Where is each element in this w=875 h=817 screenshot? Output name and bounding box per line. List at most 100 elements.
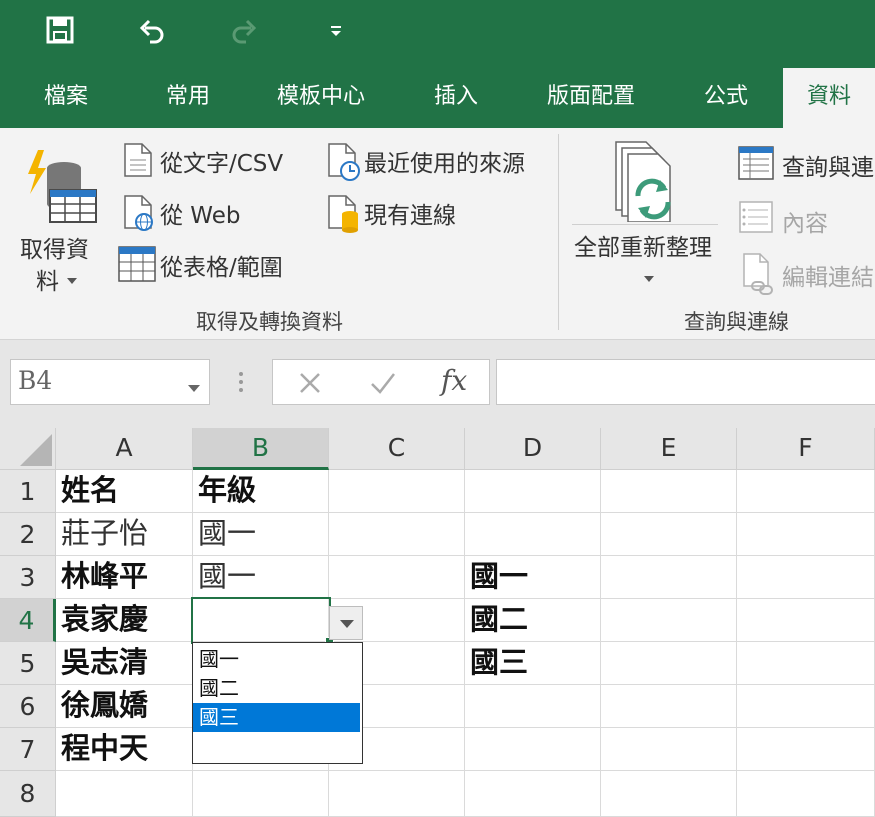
- cell-d1[interactable]: [465, 470, 601, 513]
- chevron-down-icon: [643, 268, 655, 287]
- from-web-label: 從 Web: [160, 203, 241, 229]
- cell-d2[interactable]: [465, 513, 601, 556]
- properties-button[interactable]: 內容: [738, 200, 875, 240]
- cell-c8[interactable]: [329, 771, 465, 817]
- tab-template-center[interactable]: 模板中心: [262, 68, 380, 128]
- cell-e8[interactable]: [601, 771, 737, 817]
- cell-e5[interactable]: [601, 642, 737, 685]
- cell-b3[interactable]: 國一: [193, 556, 329, 599]
- cell-e4[interactable]: [601, 599, 737, 642]
- tab-page-layout[interactable]: 版面配置: [530, 68, 652, 128]
- chevron-down-icon: [66, 270, 78, 289]
- row-header-3[interactable]: 3: [0, 556, 56, 599]
- cell-e3[interactable]: [601, 556, 737, 599]
- redo-icon[interactable]: [228, 14, 260, 46]
- cell-b1[interactable]: 年級: [193, 470, 329, 513]
- dropdown-option[interactable]: 國二: [193, 674, 360, 703]
- from-text-csv-button[interactable]: 從文字/CSV: [118, 142, 318, 182]
- column-header-f[interactable]: F: [737, 428, 875, 470]
- cell-d5[interactable]: 國三: [465, 642, 601, 685]
- insert-function-button[interactable]: fx: [441, 364, 467, 397]
- edit-links-button[interactable]: 編輯連結: [738, 252, 875, 296]
- cell-f8[interactable]: [737, 771, 875, 817]
- cell-f2[interactable]: [737, 513, 875, 556]
- cell-f5[interactable]: [737, 642, 875, 685]
- cell-f6[interactable]: [737, 685, 875, 728]
- tab-formulas[interactable]: 公式: [680, 68, 772, 128]
- cell-a4[interactable]: 袁家慶: [56, 599, 193, 642]
- cell-d8[interactable]: [465, 771, 601, 817]
- cell-e7[interactable]: [601, 728, 737, 771]
- check-icon[interactable]: [369, 370, 397, 400]
- cell-a7[interactable]: 程中天: [56, 728, 193, 771]
- cell-b2[interactable]: 國一: [193, 513, 329, 556]
- cell-d4[interactable]: 國二: [465, 599, 601, 642]
- cell-a8[interactable]: [56, 771, 193, 817]
- get-data-button[interactable]: 取得資 料: [10, 138, 100, 298]
- queries-connections-button[interactable]: 查詢與連: [738, 146, 875, 186]
- cell-c1[interactable]: [329, 470, 465, 513]
- cell-f3[interactable]: [737, 556, 875, 599]
- refresh-icon: [615, 141, 671, 222]
- drag-handle-icon[interactable]: [238, 370, 244, 394]
- cell-a1[interactable]: 姓名: [56, 470, 193, 513]
- cell-c3[interactable]: [329, 556, 465, 599]
- cell-f1[interactable]: [737, 470, 875, 513]
- dropdown-option[interactable]: 國一: [193, 645, 360, 674]
- column-header-c[interactable]: C: [329, 428, 465, 470]
- cell-c2[interactable]: [329, 513, 465, 556]
- row-header-2[interactable]: 2: [0, 513, 56, 556]
- active-cell-b4[interactable]: [191, 597, 331, 644]
- cell-b8[interactable]: [193, 771, 329, 817]
- column-header-a[interactable]: A: [56, 428, 193, 470]
- row-header-7[interactable]: 7: [0, 728, 56, 771]
- name-box[interactable]: B4: [10, 359, 210, 405]
- cell-a2[interactable]: 莊子怡: [56, 513, 193, 556]
- cell-a3[interactable]: 林峰平: [56, 556, 193, 599]
- chevron-down-icon[interactable]: [324, 14, 356, 46]
- ribbon-tab-bar: 檔案 常用 模板中心 插入 版面配置 公式 資料: [0, 68, 875, 128]
- group-label-queries: 查詢與連線: [684, 310, 789, 334]
- from-web-button[interactable]: 從 Web: [118, 194, 318, 234]
- save-icon[interactable]: [44, 14, 76, 46]
- cell-d7[interactable]: [465, 728, 601, 771]
- cancel-icon[interactable]: [297, 370, 323, 400]
- chevron-down-icon[interactable]: [187, 378, 201, 397]
- cell-f7[interactable]: [737, 728, 875, 771]
- column-header-d[interactable]: D: [465, 428, 601, 470]
- existing-connections-button[interactable]: 現有連線: [326, 194, 546, 234]
- dropdown-arrow-button[interactable]: [329, 606, 363, 640]
- connection-file-icon: [328, 195, 358, 233]
- tab-data[interactable]: 資料: [783, 68, 875, 128]
- recent-sources-button[interactable]: 最近使用的來源: [326, 142, 546, 182]
- formula-input[interactable]: [496, 359, 875, 405]
- column-header-b[interactable]: B: [193, 428, 329, 470]
- group-separator: [558, 134, 559, 330]
- select-all-button[interactable]: [0, 428, 56, 470]
- properties-label: 內容: [782, 211, 828, 237]
- cell-a6[interactable]: 徐鳳嬌: [56, 685, 193, 728]
- row-header-6[interactable]: 6: [0, 685, 56, 728]
- cell-f4[interactable]: [737, 599, 875, 642]
- tab-insert[interactable]: 插入: [410, 68, 502, 128]
- properties-icon: [739, 201, 773, 233]
- row-header-5[interactable]: 5: [0, 642, 56, 685]
- row-header-1[interactable]: 1: [0, 470, 56, 513]
- text-file-icon: [124, 143, 152, 177]
- refresh-all-button[interactable]: 全部重新整理: [572, 136, 718, 286]
- column-header-e[interactable]: E: [601, 428, 737, 470]
- get-data-label: 取得資: [20, 237, 89, 263]
- cell-a5[interactable]: 吳志清: [56, 642, 193, 685]
- from-table-range-button[interactable]: 從表格/範圍: [118, 246, 318, 286]
- tab-home[interactable]: 常用: [142, 68, 234, 128]
- row-header-4[interactable]: 4: [0, 599, 56, 642]
- cell-d6[interactable]: [465, 685, 601, 728]
- undo-icon[interactable]: [136, 14, 168, 46]
- row-header-8[interactable]: 8: [0, 771, 56, 817]
- tab-file[interactable]: 檔案: [20, 68, 112, 128]
- dropdown-option-selected[interactable]: 國三: [193, 703, 360, 732]
- cell-e6[interactable]: [601, 685, 737, 728]
- cell-d3[interactable]: 國一: [465, 556, 601, 599]
- cell-e1[interactable]: [601, 470, 737, 513]
- cell-e2[interactable]: [601, 513, 737, 556]
